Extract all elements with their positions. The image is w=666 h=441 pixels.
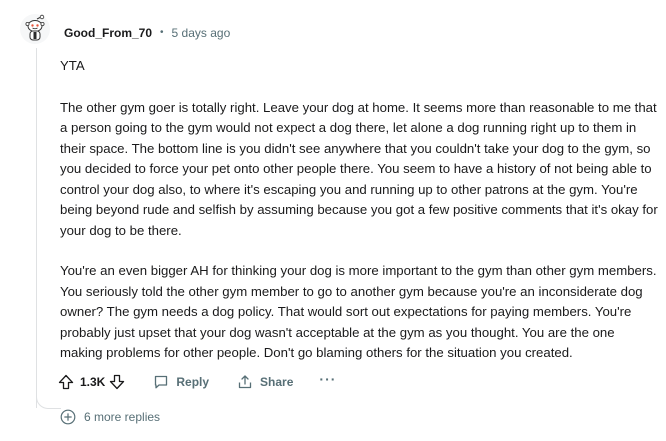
- vote-group: 1.3K: [58, 374, 125, 390]
- comment-timestamp[interactable]: 5 days ago: [172, 25, 231, 41]
- downvote-button[interactable]: [109, 374, 125, 390]
- thread-line-curve: [36, 392, 61, 409]
- comment-paragraph: You're an even bigger AH for thinking yo…: [60, 263, 657, 360]
- meta-separator: •: [160, 27, 164, 38]
- more-options-button[interactable]: ···: [319, 371, 337, 390]
- reply-label: Reply: [176, 375, 210, 389]
- upvote-button[interactable]: [58, 374, 74, 390]
- downvote-arrow-icon: [110, 374, 125, 390]
- comment-bubble-icon: [155, 375, 168, 389]
- share-button[interactable]: Share: [237, 374, 293, 390]
- more-replies-link[interactable]: 6 more replies: [60, 409, 160, 425]
- reply-button[interactable]: Reply: [153, 374, 209, 390]
- plus-circle-icon: [60, 409, 76, 425]
- more-options-icon: ···: [319, 371, 337, 387]
- comment-action-bar: 1.3K Reply Share ···: [58, 372, 336, 392]
- upvote-arrow-icon: [58, 374, 74, 390]
- snoo-avatar-icon: [20, 14, 50, 44]
- comment-paragraph: YTA: [60, 58, 85, 73]
- user-avatar[interactable]: [20, 14, 50, 44]
- thread-line[interactable]: [36, 48, 37, 408]
- author-name[interactable]: Good_From_70: [64, 25, 152, 41]
- share-icon: [238, 375, 252, 389]
- comment-body: YTA The other gym goer is totally right.…: [60, 56, 660, 384]
- more-replies-label: 6 more replies: [84, 410, 161, 424]
- share-label: Share: [260, 375, 294, 389]
- comment-paragraph: The other gym goer is totally right. Lea…: [60, 99, 658, 238]
- vote-score: 1.3K: [80, 375, 106, 389]
- comment-meta: Good_From_70 • 5 days ago: [64, 25, 230, 41]
